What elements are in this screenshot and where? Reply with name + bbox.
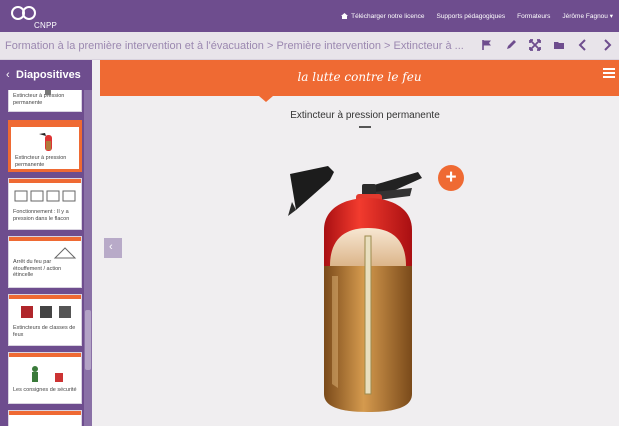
thumbnail-list[interactable]: Extincteur à pression permanente Extinct… <box>8 90 84 426</box>
chevron-right-icon <box>603 39 611 51</box>
slide-header: la lutte contre le feu <box>100 60 619 96</box>
download-license-link[interactable]: Télécharger notre licence <box>341 13 424 20</box>
logo-text: CNPP <box>34 21 58 30</box>
sidebar-scrollbar[interactable] <box>84 90 92 426</box>
next-slide-button[interactable] <box>600 38 613 52</box>
top-nav: Télécharger notre licence Supports pédag… <box>341 12 613 20</box>
top-bar: CNPP Télécharger notre licence Supports … <box>0 0 619 32</box>
teaching-supports-link[interactable]: Supports pédagogiques <box>436 13 505 20</box>
sidebar-header[interactable]: ‹ Diapositives <box>0 60 92 90</box>
flag-icon <box>481 40 491 50</box>
download-license-label: Télécharger notre licence <box>351 12 425 20</box>
slides-sidebar: ‹ Diapositives Extincteur à pression per… <box>0 60 92 426</box>
breadcrumb-toolbar <box>480 38 613 52</box>
thumbnail-image <box>45 90 51 95</box>
thumbnail-header-bar <box>9 179 81 183</box>
slide-subtitle: Extincteur à pression permanente <box>290 110 440 121</box>
home-icon <box>341 13 349 19</box>
chevron-left-icon: ‹ <box>109 241 113 253</box>
slide-thumbnail-selected[interactable]: Extincteur à pression permanente <box>8 120 82 172</box>
folder-icon <box>553 42 564 49</box>
breadcrumb[interactable]: Formation à la première intervention et … <box>5 40 490 52</box>
subtitle-underline <box>359 126 371 128</box>
sidebar-title: Diapositives <box>16 69 81 81</box>
thumbnail-header-bar <box>11 123 79 127</box>
header-notch <box>259 96 273 102</box>
logo-icon <box>11 6 36 20</box>
user-name: Jérôme Fagnou <box>562 13 608 20</box>
previous-slide-button[interactable] <box>576 38 589 52</box>
triangle-thumbnail-icon <box>53 247 77 259</box>
add-hotspot-button[interactable]: + <box>438 165 464 191</box>
thumbnail-header-bar <box>9 237 81 241</box>
thumbnail-header-bar <box>9 353 81 357</box>
flag-button[interactable] <box>480 38 493 52</box>
folder-button[interactable] <box>552 38 565 52</box>
breadcrumb-bar: Formation à la première intervention et … <box>0 32 619 60</box>
list-icon[interactable] <box>603 68 615 80</box>
thumbnail-header-bar <box>9 295 81 299</box>
trainers-link[interactable]: Formateurs <box>517 13 550 20</box>
slide-header-title: la lutte contre le feu <box>297 70 422 84</box>
thumbnail-caption: Les consignes de sécurité <box>13 387 77 393</box>
slide-thumbnail[interactable]: Fonctionnement : Il y a pression dans le… <box>8 178 82 230</box>
slide-thumbnail[interactable]: Arrêt du feu par étouffement / action ét… <box>8 236 82 288</box>
slide-thumbnail[interactable] <box>8 410 82 426</box>
slide-thumbnail[interactable]: Les consignes de sécurité <box>8 352 82 404</box>
thumbnail-caption: Extincteurs de classes de feux <box>13 325 76 338</box>
diagram-thumbnail-icon <box>14 190 76 202</box>
thumbnail-header-bar <box>9 411 81 415</box>
chevron-left-icon <box>578 39 586 51</box>
sidebar-toggle-button[interactable]: ‹ <box>104 238 122 258</box>
fire-extinguisher-illustration <box>288 166 422 412</box>
figure-thumbnail-icon <box>32 366 63 382</box>
edit-button[interactable] <box>504 38 517 52</box>
scrollbar-thumb[interactable] <box>85 310 91 370</box>
pencil-icon <box>506 40 516 49</box>
slide-thumbnail[interactable]: Extincteur à pression permanente <box>8 90 82 112</box>
chevron-left-icon: ‹ <box>6 69 10 81</box>
thumbnail-caption: Arrêt du feu par étouffement / action ét… <box>13 259 62 278</box>
thumbnail-caption: Fonctionnement : Il y a pression dans le… <box>13 209 70 222</box>
slide-thumbnail[interactable]: Extincteurs de classes de feux <box>8 294 82 346</box>
caret-down-icon: ▾ <box>609 13 613 20</box>
fullscreen-button[interactable] <box>528 38 541 52</box>
thumbnail-caption: Extincteur à pression permanente <box>15 155 67 168</box>
user-menu[interactable]: Jérôme Fagnou ▾ <box>562 12 613 20</box>
cnpp-logo[interactable]: CNPP <box>6 5 57 30</box>
extinguisher-thumbnail-icon <box>39 133 52 151</box>
pictograms-thumbnail-icon <box>21 306 71 318</box>
fullscreen-icon <box>528 39 541 51</box>
